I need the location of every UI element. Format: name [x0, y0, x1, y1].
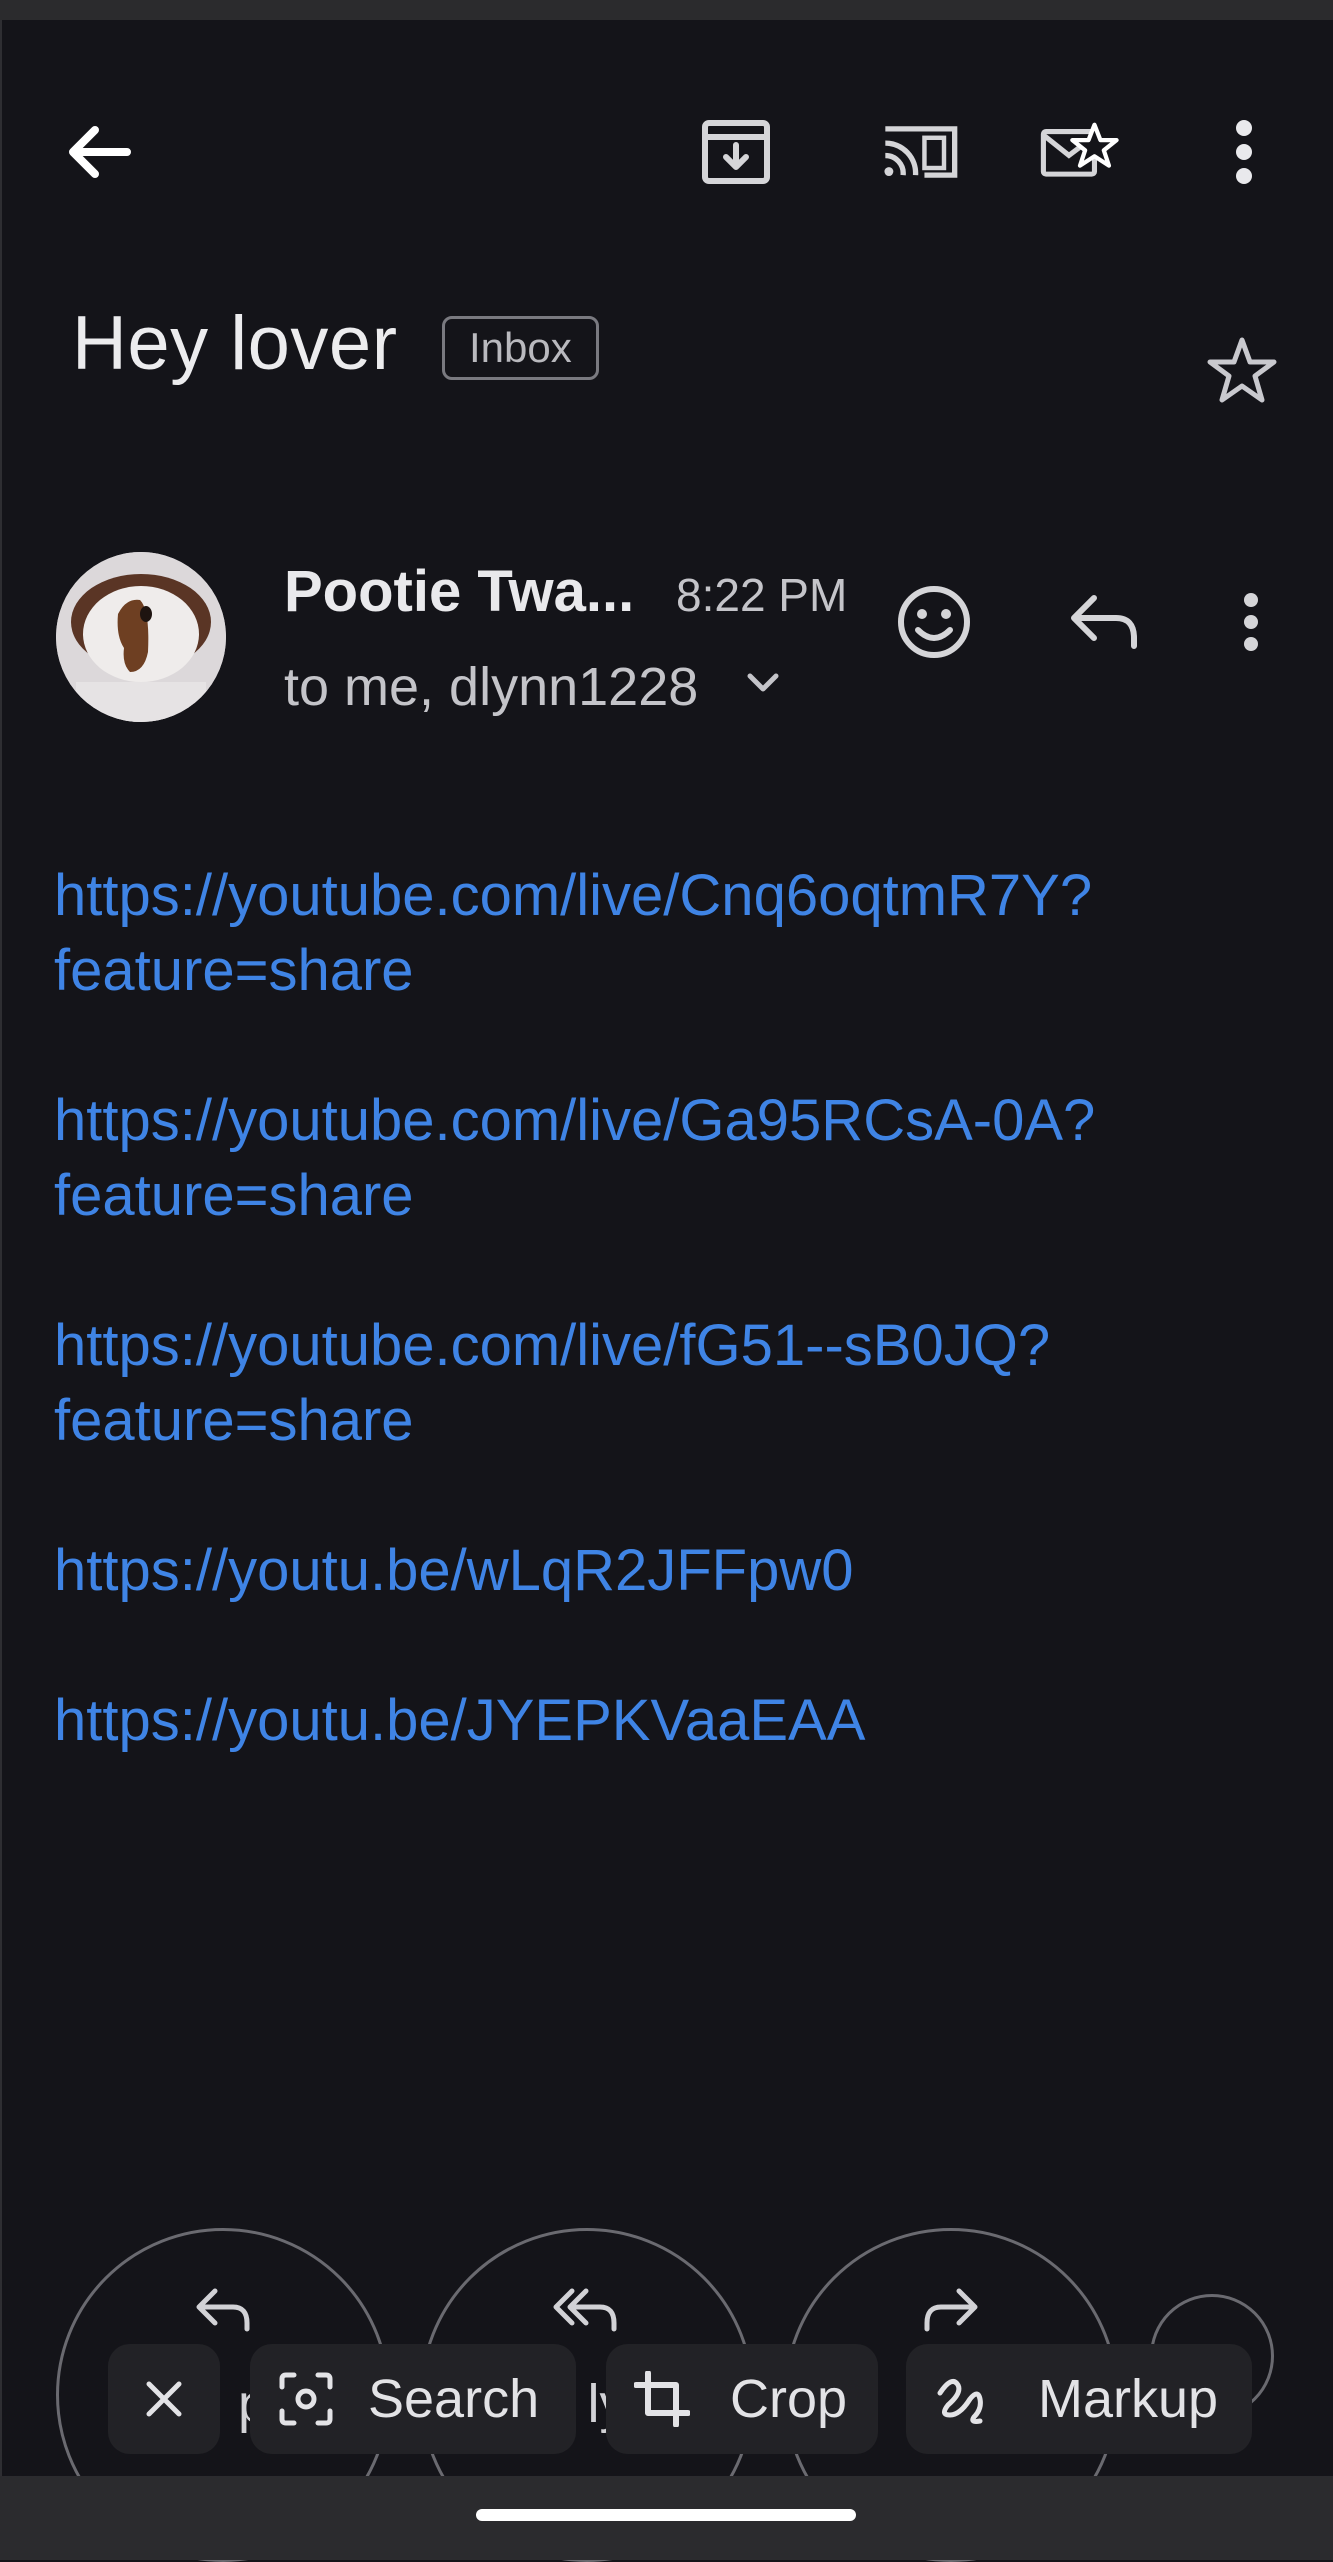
youtube-link-1[interactable]: https://youtube.com/live/Cnq6oqtmR7Y? fe…	[54, 858, 1294, 1008]
avatar-image	[56, 552, 226, 722]
home-gesture-handle[interactable]	[476, 2509, 856, 2521]
reply-icon	[1071, 595, 1137, 649]
forward-icon	[924, 2288, 978, 2332]
youtube-link-5[interactable]: https://youtu.be/JYEPKVaaEAA	[54, 1683, 1294, 1758]
link-text: feature=share	[54, 1388, 414, 1453]
status-bar	[0, 0, 1333, 20]
email-body: https://youtube.com/live/Cnq6oqtmR7Y? fe…	[54, 858, 1294, 1833]
link-text: feature=share	[54, 1163, 414, 1228]
emoji-icon	[898, 586, 970, 658]
close-screenshot-button[interactable]	[108, 2344, 220, 2454]
markup-pen-icon	[937, 2378, 983, 2424]
recipients[interactable]: to me, dlynn1228	[284, 656, 698, 718]
link-text: https://youtube.com/live/fG51--sB0JQ?	[54, 1313, 1051, 1378]
crop-icon	[634, 2371, 690, 2427]
link-text: https://youtu.be/wLqR2JFFpw0	[54, 1538, 854, 1603]
star-button[interactable]	[1206, 336, 1278, 411]
chevron-down-icon	[747, 673, 779, 692]
overflow-menu-icon	[1236, 120, 1252, 184]
back-arrow-icon	[69, 126, 131, 178]
message-more-options-button[interactable]	[1240, 592, 1262, 652]
crop-label: Crop	[730, 2369, 848, 2429]
inbox-label-badge[interactable]: Inbox	[442, 316, 599, 380]
link-text: feature=share	[54, 938, 414, 1003]
back-button[interactable]	[58, 112, 138, 192]
archive-icon	[702, 120, 770, 184]
link-text: https://youtu.be/JYEPKVaaEAA	[54, 1688, 866, 1753]
add-reaction-button[interactable]	[896, 584, 972, 660]
close-icon	[146, 2381, 182, 2417]
cast-icon	[884, 126, 958, 178]
cast-button[interactable]	[880, 112, 960, 192]
mark-unread-icon	[1040, 122, 1119, 177]
markup-label: Markup	[1038, 2369, 1219, 2429]
archive-button[interactable]	[696, 112, 776, 192]
search-button[interactable]: Search	[250, 2344, 576, 2454]
lens-search-icon	[279, 2372, 333, 2426]
link-text: https://youtube.com/live/Cnq6oqtmR7Y?	[54, 863, 1093, 928]
link-text: https://youtube.com/live/Ga95RCsA-0A?	[54, 1088, 1096, 1153]
star-icon	[1207, 337, 1277, 403]
markup-button[interactable]: Markup	[906, 2344, 1252, 2454]
email-time: 8:22 PM	[676, 569, 848, 621]
overflow-menu-icon	[1244, 593, 1258, 651]
youtube-link-4[interactable]: https://youtu.be/wLqR2JFFpw0	[54, 1533, 1294, 1608]
reply-button[interactable]	[1068, 592, 1140, 650]
youtube-link-3[interactable]: https://youtube.com/live/fG51--sB0JQ? fe…	[54, 1308, 1294, 1458]
sender-name[interactable]: Pootie Twa...	[284, 558, 634, 625]
more-options-button[interactable]	[1204, 112, 1284, 192]
email-subject: Hey lover	[72, 301, 398, 386]
reply-icon	[196, 2288, 250, 2332]
window-edge	[0, 20, 2, 2500]
mark-unread-button[interactable]	[1040, 112, 1120, 192]
sender-avatar[interactable]	[56, 552, 226, 722]
youtube-link-2[interactable]: https://youtube.com/live/Ga95RCsA-0A? fe…	[54, 1083, 1294, 1233]
crop-button[interactable]: Crop	[606, 2344, 878, 2454]
recipient-details-toggle[interactable]	[746, 672, 780, 699]
reply-all-icon	[553, 2288, 617, 2332]
search-label: Search	[368, 2369, 540, 2429]
